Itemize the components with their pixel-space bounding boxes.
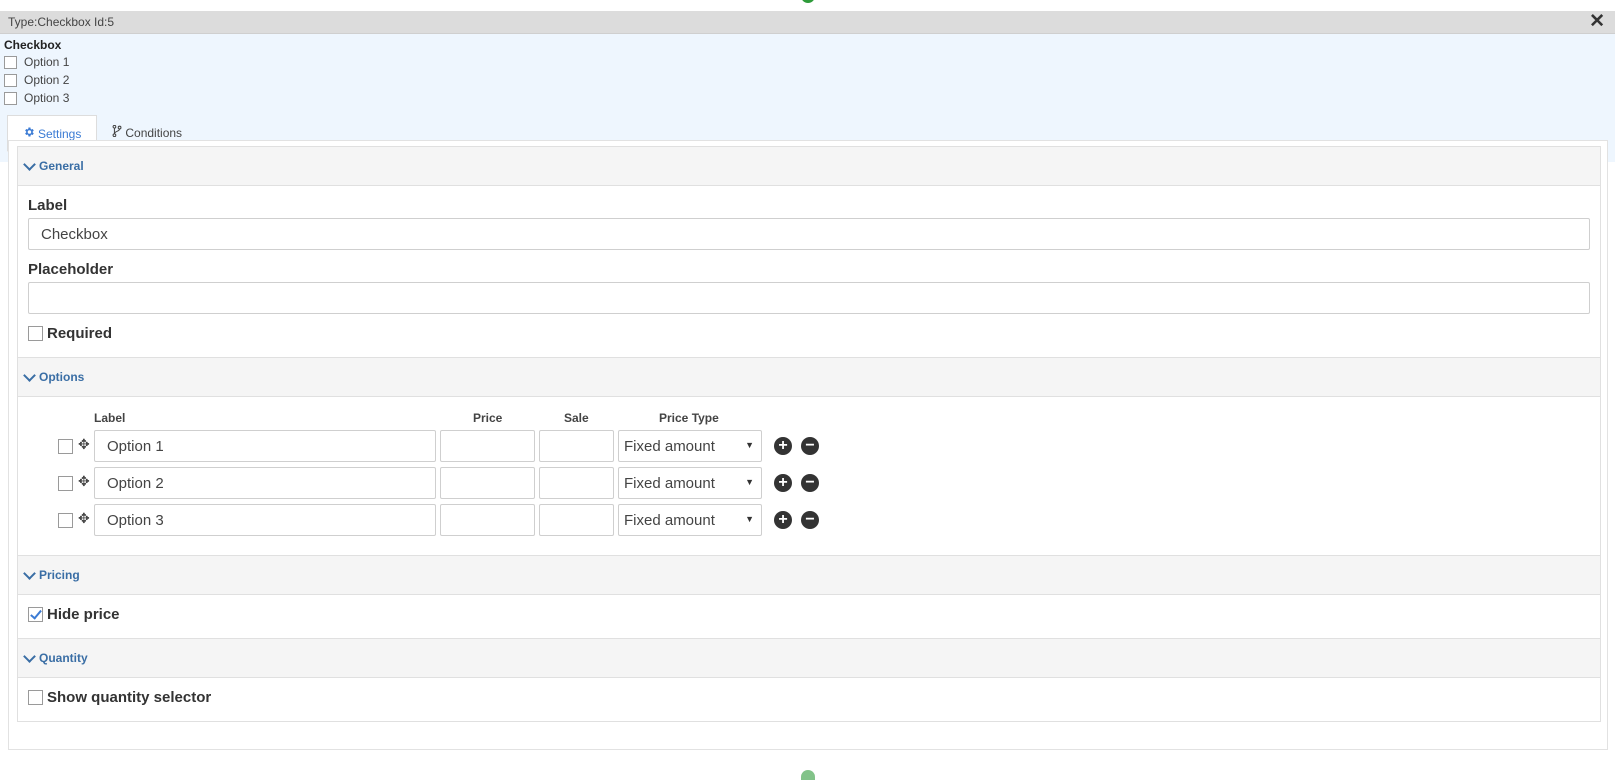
- minus-circle-icon[interactable]: −: [801, 437, 819, 455]
- caret-down-icon: ▼: [745, 440, 754, 450]
- settings-content: General Label Placeholder Required Optio…: [8, 140, 1608, 750]
- option-default-checkbox[interactable]: [58, 439, 73, 454]
- option-sale-input[interactable]: [539, 504, 614, 536]
- chevron-down-icon: [23, 566, 36, 580]
- section-pricing: Pricing Hide price: [17, 555, 1601, 639]
- option-row: ✥ Fixed amount ▼ + −: [18, 504, 1600, 536]
- section-general-title: General: [39, 159, 84, 173]
- section-quantity: Quantity Show quantity selector: [17, 638, 1601, 722]
- drop-indicator-bottom: [801, 770, 815, 780]
- required-checkbox[interactable]: [28, 326, 43, 341]
- option-sale-input[interactable]: [539, 467, 614, 499]
- minus-circle-icon[interactable]: −: [801, 511, 819, 529]
- drop-indicator-top: [801, 0, 815, 3]
- section-options-title: Options: [39, 370, 85, 384]
- section-quantity-header[interactable]: Quantity: [18, 639, 1600, 678]
- show-quantity-checkbox[interactable]: [28, 690, 43, 705]
- price-type-value: Fixed amount: [624, 511, 715, 529]
- move-icon[interactable]: ✥: [78, 510, 90, 527]
- section-general-header[interactable]: General: [18, 147, 1600, 186]
- plus-circle-icon[interactable]: +: [774, 474, 792, 492]
- options-col-price-type: Price Type: [659, 411, 719, 425]
- show-quantity-label: Show quantity selector: [47, 689, 212, 706]
- preview-option[interactable]: Option 3: [4, 89, 1611, 107]
- section-options: Options Label Price Sale Price Type ✥ Fi…: [17, 357, 1601, 556]
- caret-down-icon: ▼: [745, 514, 754, 524]
- placeholder-field-label: Placeholder: [28, 261, 114, 278]
- plus-circle-icon[interactable]: +: [774, 511, 792, 529]
- move-icon[interactable]: ✥: [78, 473, 90, 490]
- chevron-down-icon: [23, 649, 36, 663]
- option-default-checkbox[interactable]: [58, 513, 73, 528]
- preview-option[interactable]: Option 2: [4, 71, 1611, 89]
- branch-icon: [112, 124, 122, 140]
- gear-icon: [23, 126, 35, 141]
- option-default-checkbox[interactable]: [58, 476, 73, 491]
- label-input[interactable]: [28, 218, 1590, 250]
- show-quantity-option[interactable]: Show quantity selector: [28, 689, 211, 706]
- chevron-down-icon: [23, 368, 36, 382]
- placeholder-input[interactable]: [28, 282, 1590, 314]
- tab-settings-label: Settings: [38, 126, 82, 141]
- option-row: ✥ Fixed amount ▼ + −: [18, 467, 1600, 499]
- option-label-input[interactable]: [94, 504, 436, 536]
- minus-circle-icon[interactable]: −: [801, 474, 819, 492]
- hide-price-option[interactable]: Hide price: [28, 606, 120, 623]
- caret-down-icon: ▼: [745, 477, 754, 487]
- section-options-header[interactable]: Options: [18, 358, 1600, 397]
- preview-option-label: Option 1: [24, 55, 70, 69]
- tab-conditions-label: Conditions: [125, 125, 183, 140]
- close-icon[interactable]: ✕: [1589, 12, 1605, 32]
- hide-price-label: Hide price: [47, 606, 120, 623]
- options-col-label: Label: [94, 411, 126, 425]
- option-price-input[interactable]: [440, 430, 535, 462]
- option-price-type-select[interactable]: Fixed amount ▼: [618, 467, 762, 499]
- label-field-label: Label: [28, 197, 68, 214]
- preview-checkbox[interactable]: [4, 73, 17, 87]
- option-sale-input[interactable]: [539, 430, 614, 462]
- options-col-price: Price: [473, 411, 503, 425]
- preview-title: Checkbox: [4, 38, 62, 52]
- plus-circle-icon[interactable]: +: [774, 437, 792, 455]
- option-label-input[interactable]: [94, 430, 436, 462]
- option-price-input[interactable]: [440, 467, 535, 499]
- preview-checkbox[interactable]: [4, 91, 17, 105]
- option-label-input[interactable]: [94, 467, 436, 499]
- move-icon[interactable]: ✥: [78, 436, 90, 453]
- price-type-value: Fixed amount: [624, 474, 715, 492]
- preview-option-label: Option 2: [24, 73, 70, 87]
- option-price-input[interactable]: [440, 504, 535, 536]
- preview-option[interactable]: Option 1: [4, 53, 1611, 71]
- options-col-sale: Sale: [564, 411, 589, 425]
- section-pricing-header[interactable]: Pricing: [18, 556, 1600, 595]
- panel-titlebar: Type:Checkbox Id:5 ✕: [0, 11, 1615, 34]
- preview-option-label: Option 3: [24, 91, 70, 105]
- section-quantity-title: Quantity: [39, 651, 88, 665]
- required-option[interactable]: Required: [28, 325, 112, 342]
- option-price-type-select[interactable]: Fixed amount ▼: [618, 504, 762, 536]
- section-general: General Label Placeholder Required: [17, 146, 1601, 358]
- chevron-down-icon: [23, 157, 36, 171]
- hide-price-checkbox[interactable]: [28, 607, 43, 622]
- section-pricing-title: Pricing: [39, 568, 80, 582]
- option-row: ✥ Fixed amount ▼ + −: [18, 430, 1600, 462]
- preview-checkbox[interactable]: [4, 55, 17, 69]
- required-label: Required: [47, 325, 113, 342]
- option-price-type-select[interactable]: Fixed amount ▼: [618, 430, 762, 462]
- price-type-value: Fixed amount: [624, 437, 715, 455]
- panel-title: Type:Checkbox Id:5: [8, 15, 115, 29]
